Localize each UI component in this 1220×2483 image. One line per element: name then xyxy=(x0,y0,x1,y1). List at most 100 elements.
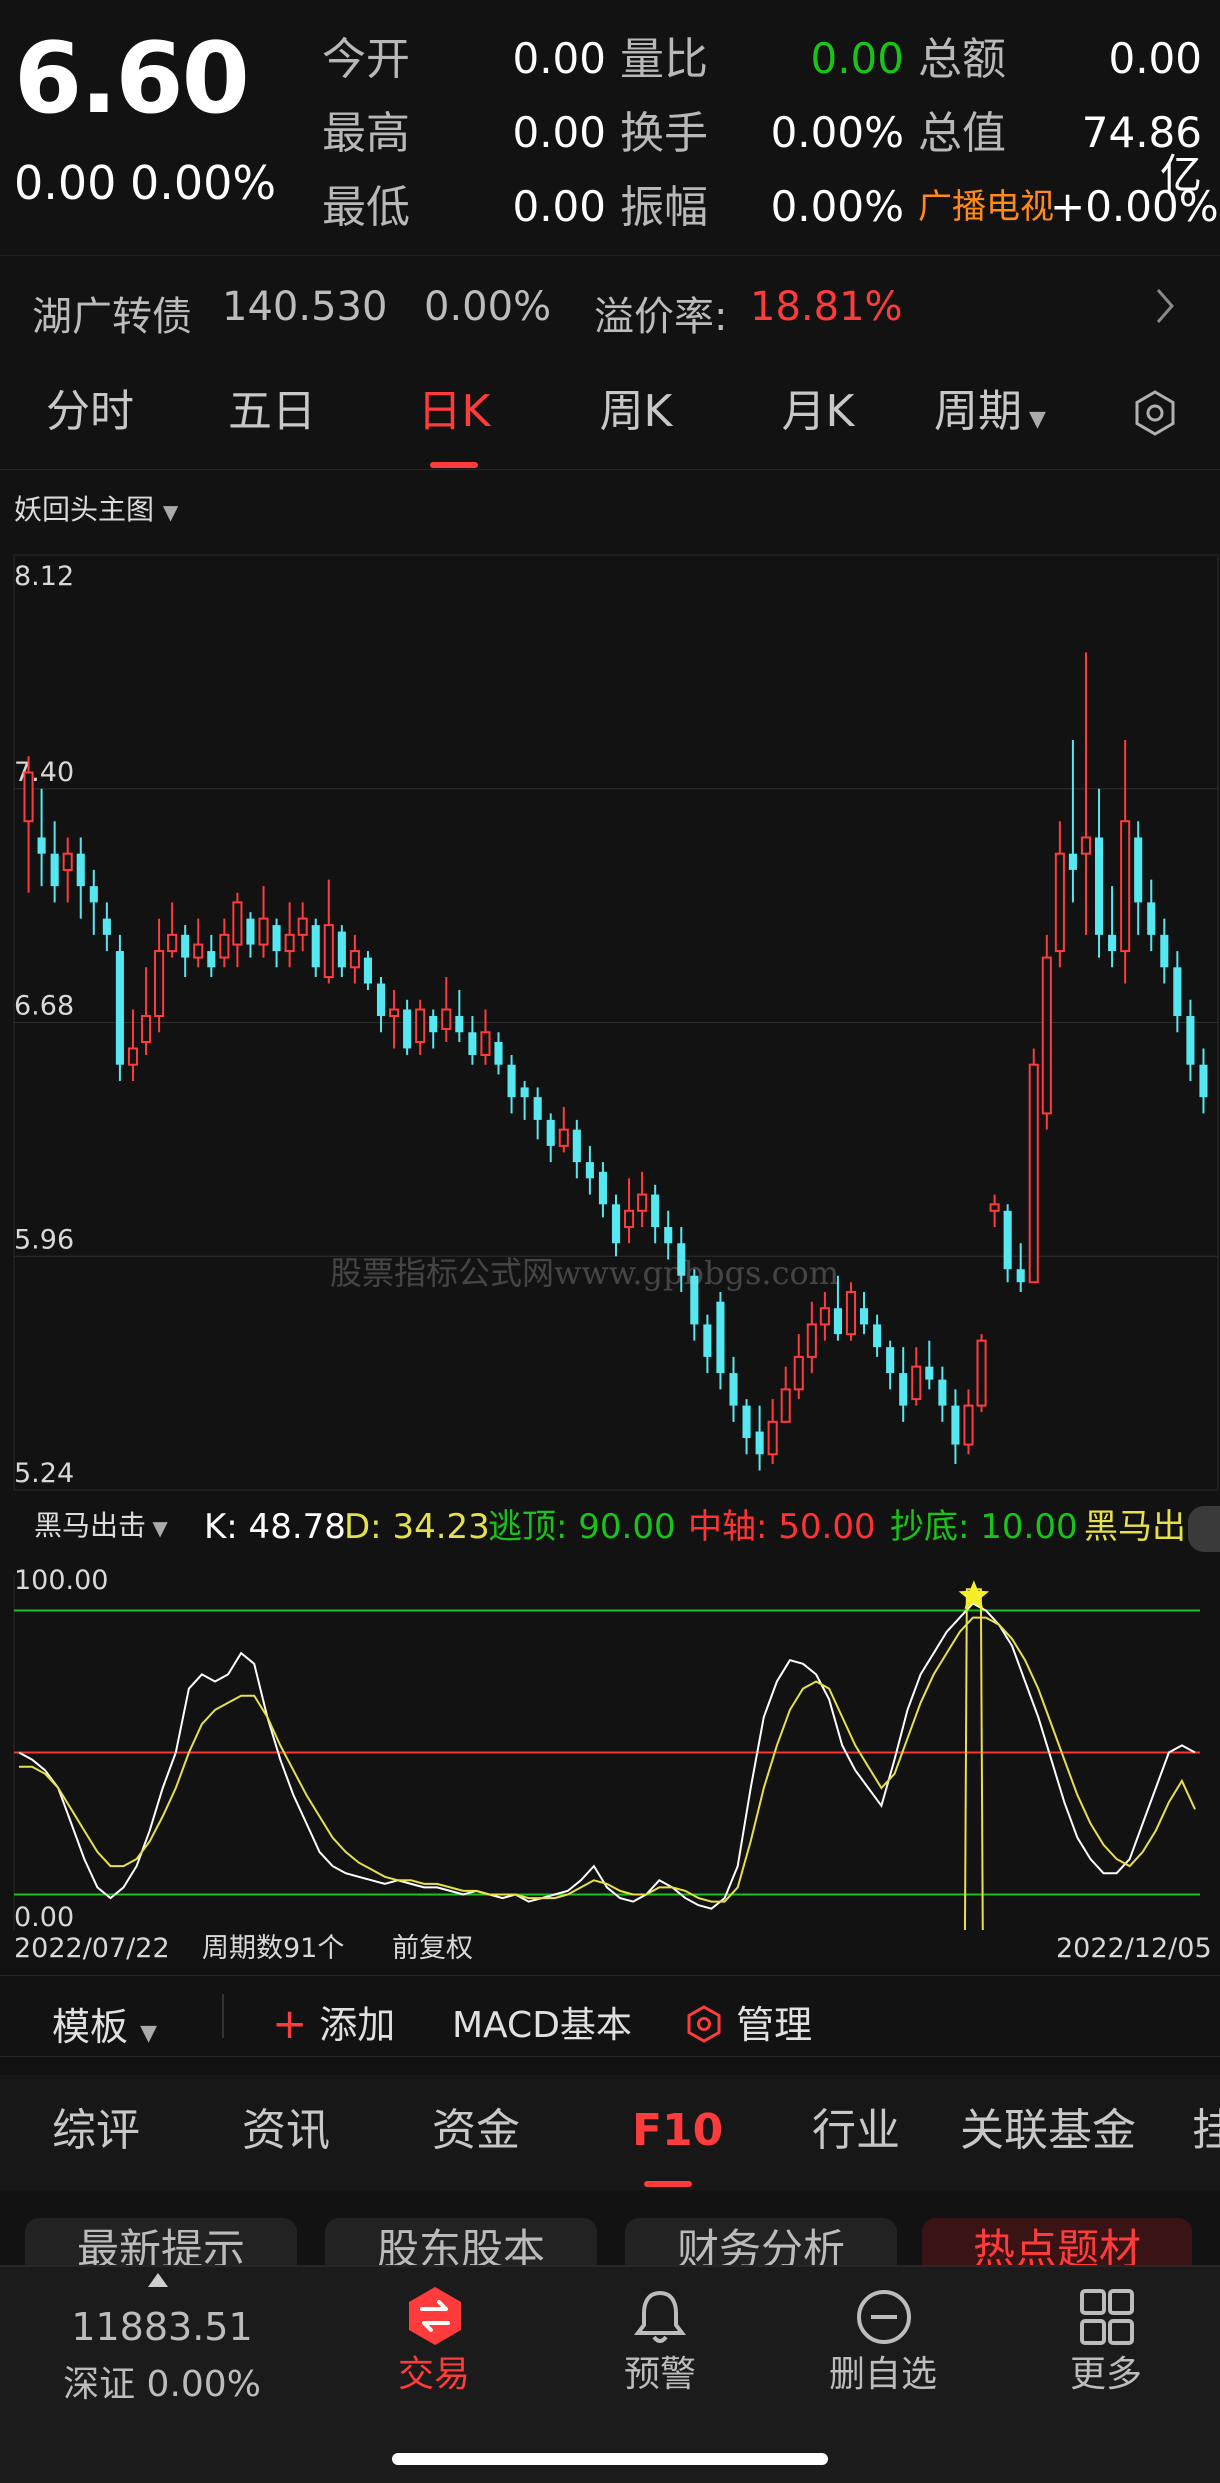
tab-period-5[interactable]: 周期 ▼ xyxy=(920,390,1060,434)
tab-period-4[interactable]: 月K xyxy=(748,390,888,434)
manage-button[interactable]: 管理 xyxy=(684,1994,812,2049)
candle xyxy=(311,918,320,978)
quote-label: 总额 xyxy=(918,34,1006,85)
quote-label: 总值 xyxy=(918,108,1006,159)
tab-period-2[interactable]: 日K xyxy=(384,390,524,434)
quote-label: 量比 xyxy=(620,34,708,85)
bond-name: 湖广转债 xyxy=(32,294,192,340)
candle xyxy=(951,1389,960,1465)
adjust-mode[interactable]: 前复权 xyxy=(392,1935,473,1962)
y-tick-label: 7.40 xyxy=(14,757,74,788)
active-tab-underline xyxy=(430,462,478,468)
candle xyxy=(755,1405,764,1471)
candle xyxy=(558,1106,569,1153)
template-button[interactable]: 模板 ▼ xyxy=(52,1996,157,2051)
candle xyxy=(480,1009,491,1065)
nav-label-more: 更多 xyxy=(1069,2354,1142,2395)
nav-item-more[interactable]: 更多 xyxy=(1006,2287,1206,2393)
candle xyxy=(219,918,230,968)
candle xyxy=(845,1282,857,1341)
premium-value: 18.81% xyxy=(750,284,903,330)
nav-item-alert[interactable]: 预警 xyxy=(560,2287,760,2393)
y-tick-label: 100.00 xyxy=(14,1565,108,1596)
candle xyxy=(23,756,34,893)
candle xyxy=(611,1194,621,1257)
indicator-expand-handle[interactable] xyxy=(1188,1506,1220,1552)
quote-value: 0.00 xyxy=(512,34,606,83)
candle xyxy=(376,977,386,1033)
quote-value: 0.00 xyxy=(512,182,606,231)
plus-icon: + xyxy=(272,1999,308,2048)
candle xyxy=(533,1087,542,1140)
tab-info-2[interactable]: 资金 xyxy=(432,2109,520,2153)
tab-info-0[interactable]: 综评 xyxy=(52,2109,140,2153)
quote-label: 今开 xyxy=(322,34,410,85)
index-label[interactable]: 深证 0.00% xyxy=(50,2355,274,2407)
tab-period-3[interactable]: 周K xyxy=(566,390,706,434)
candle xyxy=(154,918,165,1033)
candlestick-chart[interactable]: 8.12 7.40 6.68 5.96 5.24 xyxy=(0,535,1220,1495)
candle xyxy=(729,1356,738,1422)
home-indicator[interactable] xyxy=(392,2453,828,2465)
indicator-chart[interactable]: 100.00 0.00 xyxy=(0,1555,1220,1930)
candle xyxy=(637,1171,648,1228)
tab-info-5[interactable]: 关联基金 xyxy=(960,2109,1136,2153)
nav-label-alert: 预警 xyxy=(623,2354,696,2395)
candle xyxy=(167,902,178,958)
series-line-D xyxy=(19,1616,1196,1903)
tab-info-3[interactable]: F10 xyxy=(632,2109,723,2153)
candle xyxy=(925,1340,934,1390)
quote-value: 0.00% xyxy=(770,182,904,231)
candle xyxy=(598,1162,607,1218)
candle xyxy=(1199,1048,1208,1114)
tab-period-0[interactable]: 分时 xyxy=(20,390,160,434)
tab-period-1[interactable]: 五日 xyxy=(202,390,342,434)
settings-hexagon-icon[interactable] xyxy=(1130,388,1180,438)
caret-down-icon: ▼ xyxy=(146,1516,168,1540)
manage-hexagon-icon xyxy=(687,2005,721,2043)
candle xyxy=(1003,1204,1012,1283)
indicator-header: 黑马出击 ▼ K: 48.78 D: 34.23 逃顶: 90.00 中轴: 50.00… xyxy=(0,1508,1220,1554)
tab-info-1[interactable]: 资讯 xyxy=(242,2109,330,2153)
main-chart-selector[interactable]: 妖回头主图 ▼ xyxy=(14,488,178,528)
add-label: 添加 xyxy=(319,2003,396,2047)
candle xyxy=(989,1194,1000,1228)
bottom-navigation: 11883.51 深证 0.00% 交易 预警 删自选 更多 xyxy=(0,2265,1220,2483)
convertible-bond-row[interactable]: 湖广转债 140.530 0.00% 溢价率: 18.81% xyxy=(0,255,1220,355)
quote-label: 换手 xyxy=(620,108,708,159)
tab-info-4[interactable]: 行业 xyxy=(812,2109,900,2153)
candle xyxy=(507,1054,516,1114)
candle xyxy=(1041,934,1052,1130)
macd-button[interactable]: MACD基本 xyxy=(452,1996,632,2048)
candle xyxy=(1080,652,1092,935)
caret-down-icon: ▼ xyxy=(1022,407,1046,432)
candle xyxy=(193,918,204,968)
candle xyxy=(793,1334,804,1400)
indicator-selector[interactable]: 黑马出击 ▼ xyxy=(34,1512,168,1540)
tab-label: 周期 xyxy=(934,386,1023,437)
candle xyxy=(297,902,308,952)
candle xyxy=(429,1009,438,1049)
candle xyxy=(546,1113,555,1163)
candle xyxy=(1054,821,1065,968)
candle xyxy=(585,1145,594,1195)
quote-value: +0.00% xyxy=(1050,182,1219,231)
sector-name[interactable]: 广播电视 xyxy=(918,190,1054,224)
index-value[interactable]: 11883.51 xyxy=(50,2305,274,2349)
candle xyxy=(468,1016,477,1065)
candle xyxy=(232,892,243,968)
nav-item-trade[interactable]: 交易 xyxy=(334,2285,534,2393)
candle xyxy=(102,902,111,952)
nav-label-remove-watchlist: 删自选 xyxy=(828,2354,937,2395)
candle xyxy=(1108,886,1117,968)
bond-price: 140.530 xyxy=(222,284,388,330)
candle xyxy=(859,1291,869,1335)
candle xyxy=(1147,879,1156,952)
candle xyxy=(181,925,190,978)
indicator-toolbar: 模板 ▼ + 添加 MACD基本 管理 xyxy=(0,1975,1220,2057)
candle xyxy=(207,934,216,978)
add-indicator-button[interactable]: + 添加 xyxy=(272,1994,395,2049)
nav-item-remove-watchlist[interactable]: 删自选 xyxy=(783,2287,983,2393)
tab-info-6[interactable]: 挂 xyxy=(1192,2109,1220,2153)
signal-line xyxy=(963,1588,984,1930)
